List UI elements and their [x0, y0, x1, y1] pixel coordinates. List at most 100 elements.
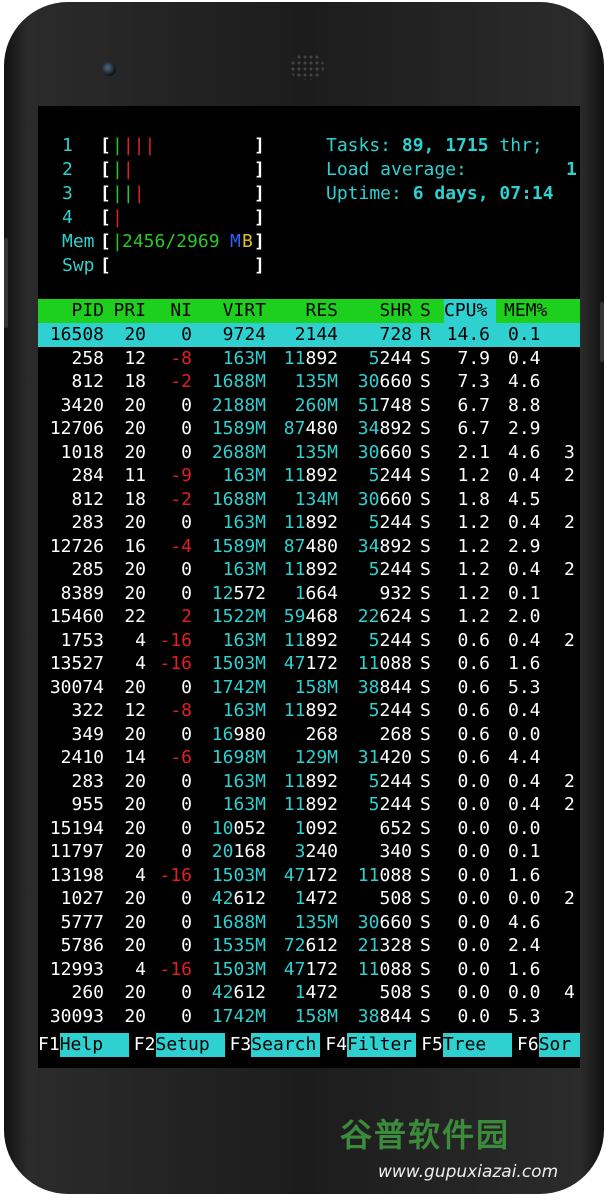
htop-terminal-screen[interactable]: 1 [ |||| ] 2 [ || ] 3 [ ||| ] 4 [ | ] Me… [38, 106, 580, 1068]
cell-cpu: 0.0 [457, 841, 490, 862]
column-header-pri[interactable]: PRI [104, 299, 146, 323]
process-row[interactable]: 12993 4 -16 1503M 47172 11088 S 0.0 1.6 [38, 958, 580, 982]
fkey-help[interactable]: F1 [38, 1033, 60, 1057]
cell-virt: 2188M [211, 394, 266, 416]
cell-s: S [420, 465, 431, 486]
fkey-label-help[interactable]: Help [59, 1033, 129, 1057]
cell-cpu: 0.6 [457, 700, 490, 721]
cell-s: S [420, 676, 431, 698]
cell-pid: 349 [71, 723, 104, 745]
column-header-shr[interactable]: SHR [338, 299, 412, 323]
cell-pid: 13527 [49, 653, 104, 674]
watermark-logo: 谷普软件园 [340, 1116, 511, 1154]
cell-pid: 30074 [49, 676, 104, 698]
cell-virt: 1589M [211, 535, 266, 557]
cell-pri: 20 [124, 817, 146, 839]
cell-pri: 4 [135, 864, 146, 886]
process-row[interactable]: 260 20 0 42612 1472 508 S 0.0 0.0 4 [38, 981, 580, 1005]
process-row[interactable]: 284 11 -9 163M 11892 5244 S 1.2 0.4 2 [38, 464, 580, 488]
column-header-pid[interactable]: PID [38, 299, 104, 323]
process-row[interactable]: 30093 20 0 1742M 158M 38844 S 0.0 5.3 [38, 1005, 580, 1029]
fkey-label-filter[interactable]: Filter [347, 1033, 417, 1057]
process-row[interactable]: 5777 20 0 1688M 135M 30660 S 0.0 4.6 [38, 911, 580, 935]
fkey-filter[interactable]: F4 [325, 1033, 347, 1057]
cell-res: 158M [294, 676, 338, 698]
process-row[interactable]: 12706 20 0 1589M 87480 34892 S 6.7 2.9 [38, 417, 580, 441]
cell-s: S [420, 982, 431, 1003]
process-row[interactable]: 812 18 -2 1688M 134M 30660 S 1.8 4.5 [38, 488, 580, 512]
column-header-ni[interactable]: NI [146, 299, 192, 323]
process-row[interactable]: 322 12 -8 163M 11892 5244 S 0.6 0.4 [38, 699, 580, 723]
cell-pri: 20 [124, 559, 146, 580]
process-row[interactable]: 30074 20 0 1742M 158M 38844 S 0.6 5.3 [38, 676, 580, 700]
cell-s: S [420, 606, 431, 627]
process-row[interactable]: 1753 4 -16 163M 11892 5244 S 0.6 0.4 2 [38, 629, 580, 653]
process-row[interactable]: 12726 16 -4 1589M 87480 34892 S 1.2 2.9 [38, 535, 580, 559]
fkey-label-search[interactable]: Search [251, 1033, 321, 1057]
process-row[interactable]: 812 18 -2 1688M 135M 30660 S 7.3 4.6 [38, 370, 580, 394]
process-row[interactable]: 11797 20 0 20168 3240 340 S 0.0 0.1 [38, 840, 580, 864]
process-row[interactable]: 955 20 0 163M 11892 5244 S 0.0 0.4 2 [38, 793, 580, 817]
cell-cpu: 0.0 [457, 817, 490, 839]
fkey-search[interactable]: F3 [230, 1033, 252, 1057]
process-row[interactable]: 349 20 0 16980 268 268 S 0.6 0.0 [38, 723, 580, 747]
cell-s: S [420, 911, 431, 933]
process-row[interactable]: 16508 20 0 9724 2144 728 R 14.6 0.1 [38, 323, 580, 347]
cell-s: S [420, 770, 431, 792]
process-row[interactable]: 13527 4 -16 1503M 47172 11088 S 0.6 1.6 [38, 652, 580, 676]
memory-unit-m: M [230, 231, 241, 252]
cell-extra: 2 [564, 888, 575, 909]
process-row[interactable]: 283 20 0 163M 11892 5244 S 0.0 0.4 2 [38, 770, 580, 794]
cell-s: S [420, 629, 431, 651]
cell-pri: 20 [124, 394, 146, 416]
fkey-label-tree[interactable]: Tree [442, 1033, 512, 1057]
column-header-virt[interactable]: VIRT [192, 299, 266, 323]
cell-res: 1664 [294, 582, 338, 604]
cell-mem: 4.6 [508, 911, 541, 933]
process-row[interactable]: 8389 20 0 12572 1664 932 S 1.2 0.1 [38, 582, 580, 606]
cell-ni: 0 [181, 418, 192, 439]
process-row[interactable]: 258 12 -8 163M 11892 5244 S 7.9 0.4 [38, 347, 580, 371]
cell-mem: 1.6 [508, 864, 541, 886]
column-header-mem[interactable]: MEM% [504, 299, 560, 323]
cell-extra: 2 [564, 465, 575, 486]
process-row[interactable]: 2410 14 -6 1698M 129M 31420 S 0.6 4.4 [38, 746, 580, 770]
cell-res: 134M [294, 488, 338, 510]
process-row[interactable]: 283 20 0 163M 11892 5244 S 1.2 0.4 2 [38, 511, 580, 535]
column-header-cpu[interactable]: CPU% [444, 299, 496, 323]
process-row[interactable]: 5786 20 0 1535M 72612 21328 S 0.0 2.4 [38, 934, 580, 958]
process-row[interactable]: 3420 20 0 2188M 260M 51748 S 6.7 8.8 [38, 394, 580, 418]
cell-pid: 12706 [49, 418, 104, 439]
cell-pid: 15460 [49, 606, 104, 627]
column-header-res[interactable]: RES [266, 299, 338, 323]
process-row[interactable]: 285 20 0 163M 11892 5244 S 1.2 0.4 2 [38, 558, 580, 582]
cell-pid: 12726 [49, 535, 104, 557]
cell-ni: 0 [181, 1005, 192, 1027]
fkey-label-setup[interactable]: Setup [155, 1033, 225, 1057]
process-row[interactable]: 1027 20 0 42612 1472 508 S 0.0 0.0 2 [38, 887, 580, 911]
fkey-label-sor[interactable]: Sor [538, 1033, 580, 1057]
meter-close-bracket: ] [254, 135, 265, 156]
cell-res: 47172 [283, 958, 338, 980]
process-row[interactable]: 13198 4 -16 1503M 47172 11088 S 0.0 1.6 [38, 864, 580, 888]
cell-pri: 12 [124, 347, 146, 369]
cell-mem: 0.4 [508, 629, 541, 651]
fkey-tree[interactable]: F5 [421, 1033, 443, 1057]
cell-ni: 0 [181, 324, 192, 345]
cpu-meter-bar: ||| [112, 183, 145, 204]
front-camera-icon [102, 62, 116, 76]
fkey-sor[interactable]: F6 [517, 1033, 539, 1057]
cell-res: 11892 [283, 559, 338, 580]
cell-s: S [420, 958, 431, 980]
process-row[interactable]: 1018 20 0 2688M 135M 30660 S 2.1 4.6 3 [38, 441, 580, 465]
cell-virt: 163M [222, 700, 266, 721]
column-header-state[interactable]: S [420, 299, 434, 323]
cell-res: 2144 [294, 324, 338, 345]
process-row[interactable]: 15460 22 2 1522M 59468 22624 S 1.2 2.0 [38, 605, 580, 629]
process-row[interactable]: 15194 20 0 10052 1092 652 S 0.0 0.0 [38, 817, 580, 841]
cell-mem: 4.6 [508, 441, 541, 463]
cell-pid: 283 [71, 770, 104, 792]
cell-res: 129M [294, 747, 338, 768]
fkey-setup[interactable]: F2 [134, 1033, 156, 1057]
cell-mem: 4.4 [508, 747, 541, 768]
